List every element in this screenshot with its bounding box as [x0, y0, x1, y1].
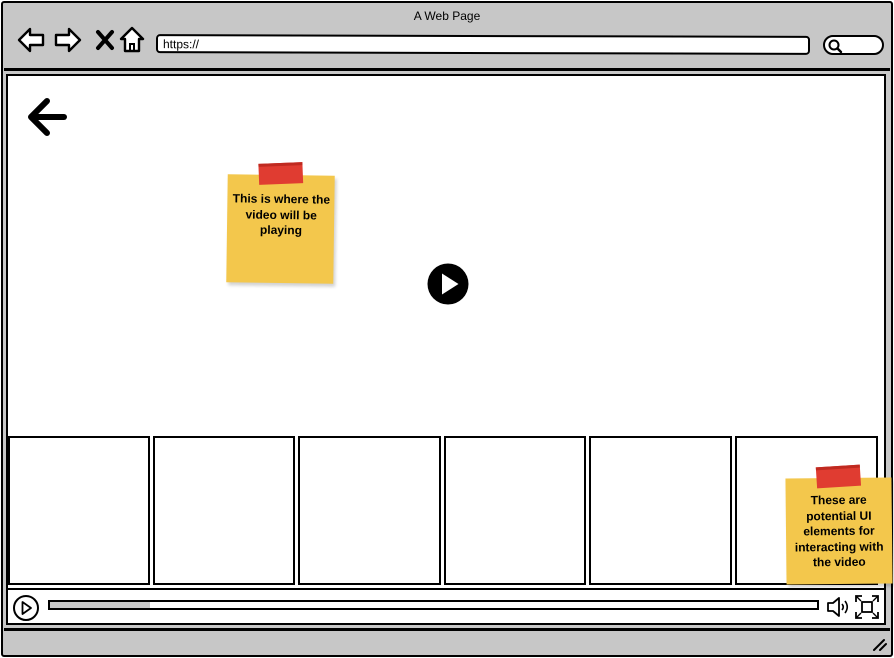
window-title: A Web Page: [413, 9, 481, 23]
resize-handle-icon[interactable]: [871, 637, 887, 651]
sticky-note: This is where the video will be playing: [226, 162, 335, 284]
sticky-note: These are potential UI elements for inte…: [785, 464, 893, 585]
sticky-note-text: This is where the video will be playing: [232, 191, 331, 238]
player-controls: [8, 588, 884, 623]
progress-fill: [50, 602, 150, 608]
thumbnail[interactable]: [589, 436, 732, 585]
close-icon[interactable]: [90, 25, 120, 55]
back-arrow-icon[interactable]: [26, 96, 68, 138]
volume-icon[interactable]: [825, 594, 852, 620]
thumbnail[interactable]: [298, 436, 441, 585]
tape-decoration: [815, 464, 862, 489]
thumbnail[interactable]: [444, 436, 586, 585]
url-bar[interactable]: https://: [155, 34, 811, 55]
search-icon[interactable]: [827, 38, 843, 54]
back-icon[interactable]: [16, 25, 46, 55]
fullscreen-icon[interactable]: [854, 594, 880, 620]
forward-icon[interactable]: [53, 25, 83, 55]
toolbar-divider: [4, 68, 890, 71]
play-icon[interactable]: [426, 262, 470, 306]
home-icon[interactable]: [117, 25, 147, 55]
play-icon[interactable]: [12, 594, 40, 622]
tape-decoration: [258, 162, 304, 185]
thumbnail[interactable]: [153, 436, 295, 585]
video-area: [6, 74, 886, 625]
progress-bar[interactable]: [48, 600, 819, 610]
sticky-note-text: These are potential UI elements for inte…: [794, 492, 884, 570]
status-divider: [4, 628, 890, 631]
thumbnail[interactable]: [8, 436, 150, 585]
search-field[interactable]: [823, 35, 884, 55]
